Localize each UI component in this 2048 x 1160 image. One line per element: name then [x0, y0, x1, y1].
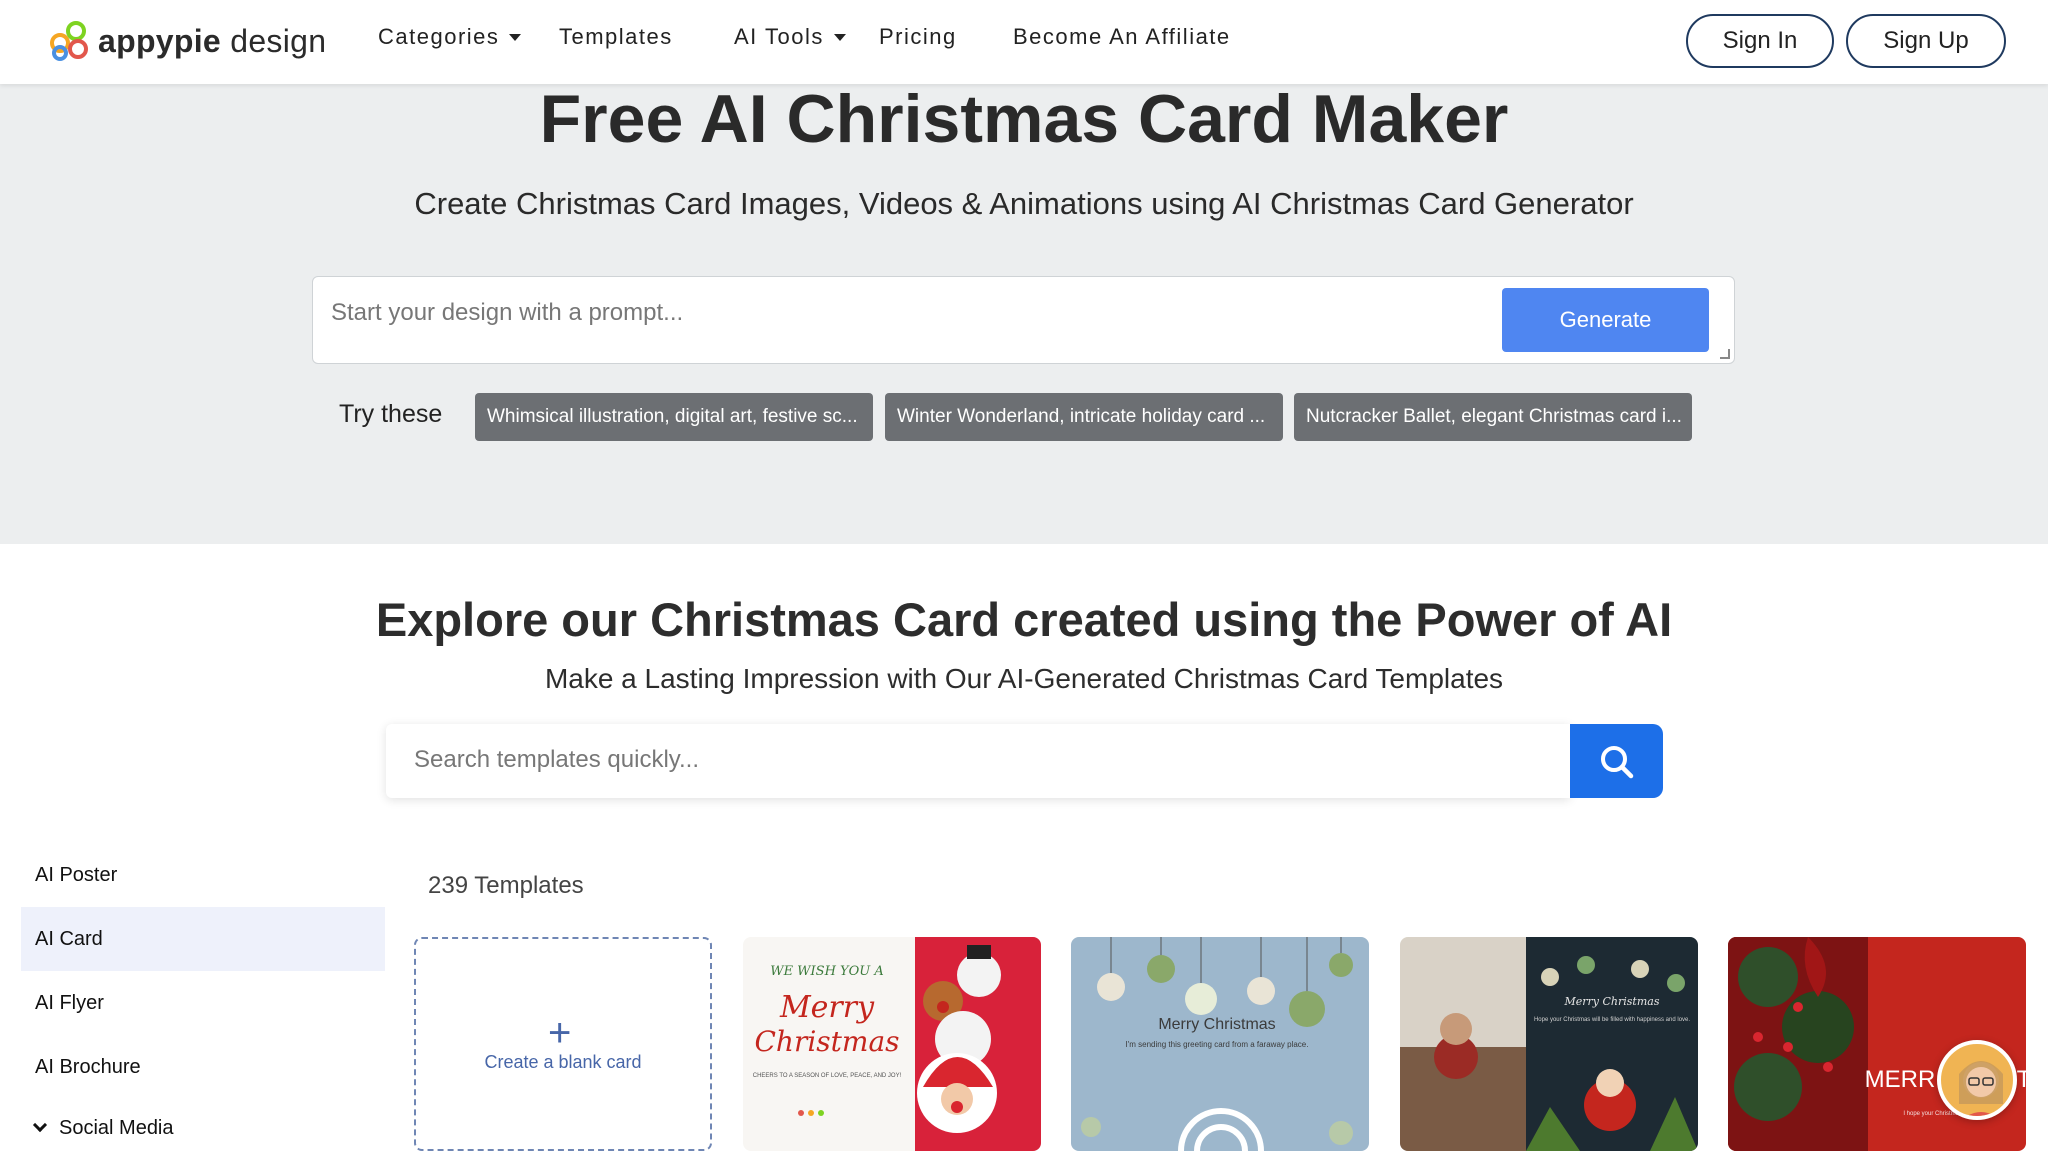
- explore-subheading: Make a Lasting Impression with Our AI-Ge…: [544, 663, 1504, 694]
- suggestion-chip[interactable]: Winter Wonderland, intricate holiday car…: [885, 393, 1283, 441]
- sidebar-item-ai-poster[interactable]: AI Poster: [21, 843, 385, 907]
- chat-assistant-avatar[interactable]: [1937, 1040, 2017, 1120]
- sign-in-button[interactable]: Sign In: [1686, 14, 1834, 68]
- template-card[interactable]: Merry Christmas I'm sending this greetin…: [1071, 937, 1369, 1151]
- template-card[interactable]: WE WISH YOU A Merry Christmas CHEERS TO …: [743, 937, 1041, 1151]
- template-thumbnail: WE WISH YOU A Merry Christmas CHEERS TO …: [743, 937, 1041, 1151]
- suggestion-chip[interactable]: Whimsical illustration, digital art, fes…: [475, 393, 873, 441]
- nav-pricing[interactable]: Pricing: [879, 24, 957, 50]
- card-1-line1: WE WISH YOU A: [770, 964, 884, 979]
- nav-templates[interactable]: Templates: [559, 24, 673, 50]
- sidebar-item-social-media[interactable]: Social Media: [21, 1096, 385, 1160]
- nav-categories-label: Categories: [378, 24, 500, 49]
- search-button[interactable]: [1570, 724, 1663, 798]
- search-icon: [1601, 746, 1634, 779]
- create-blank-card[interactable]: + Create a blank card: [414, 937, 712, 1151]
- card-3-title: Merry Christmas: [1564, 995, 1660, 1008]
- generate-button[interactable]: Generate: [1502, 288, 1709, 352]
- sidebar-item-ai-brochure[interactable]: AI Brochure: [21, 1035, 385, 1099]
- template-thumbnail: Merry Christmas I'm sending this greetin…: [1071, 937, 1369, 1151]
- plus-icon: +: [548, 1011, 572, 1055]
- nav-pricing-label: Pricing: [879, 24, 957, 49]
- nav-ai-tools[interactable]: AI Tools: [734, 24, 846, 50]
- template-card[interactable]: Merry Christmas Hope your Christmas will…: [1400, 937, 1698, 1151]
- prompt-placeholder: Start your design with a prompt...: [331, 299, 684, 326]
- logo-mark-icon: [48, 19, 92, 63]
- top-nav-bar: appypie design Categories Templates AI T…: [0, 0, 2048, 84]
- caret-down-icon: [833, 33, 846, 41]
- card-1-caption: CHEERS TO A SEASON OF LOVE, PEACE, AND J…: [753, 1073, 902, 1079]
- nav-ai-tools-label: AI Tools: [734, 24, 824, 49]
- card-3-caption: Hope your Christmas will be filled with …: [1534, 1017, 1690, 1023]
- appypie-logo[interactable]: appypie design: [48, 18, 326, 64]
- nav-become-affiliate[interactable]: Become An Affiliate: [1013, 24, 1231, 50]
- page-subtitle: Create Christmas Card Images, Videos & A…: [414, 186, 1634, 221]
- try-these-label: Try these: [339, 400, 443, 428]
- sidebar-item-label: Social Media: [59, 1116, 174, 1139]
- explore-heading: Explore our Christmas Card created using…: [375, 593, 1673, 646]
- nav-affiliate-label: Become An Affiliate: [1013, 24, 1231, 49]
- sidebar-item-label: AI Flyer: [35, 991, 104, 1014]
- nav-categories[interactable]: Categories: [378, 24, 522, 50]
- sidebar-item-ai-card[interactable]: AI Card: [21, 907, 385, 971]
- card-2-caption: I'm sending this greeting card from a fa…: [1126, 1040, 1309, 1049]
- sign-up-button[interactable]: Sign Up: [1846, 14, 2006, 68]
- blank-card-label: Create a blank card: [484, 1052, 642, 1072]
- sidebar-item-ai-flyer[interactable]: AI Flyer: [21, 971, 385, 1035]
- template-thumbnail: Merry Christmas Hope your Christmas will…: [1400, 937, 1698, 1151]
- nav-templates-label: Templates: [559, 24, 673, 49]
- card-2-title: Merry Christmas: [1158, 1016, 1275, 1033]
- hero-section: Free AI Christmas Card Maker Create Chri…: [0, 81, 2048, 544]
- caret-down-icon: [509, 33, 522, 41]
- chevron-down-icon: [32, 1117, 48, 1133]
- search-placeholder: Search templates quickly...: [414, 746, 700, 773]
- sidebar-item-label: AI Poster: [35, 863, 118, 886]
- template-count: 239 Templates: [428, 872, 584, 899]
- card-1-line3: Christmas: [754, 1025, 899, 1058]
- page-title: Free AI Christmas Card Maker: [539, 81, 1509, 157]
- card-1-line2: Merry: [779, 990, 875, 1025]
- sidebar-item-label: AI Brochure: [35, 1055, 141, 1078]
- sidebar-item-label: AI Card: [35, 927, 103, 950]
- logo-text: appypie design: [98, 22, 327, 59]
- template-search-input[interactable]: Search templates quickly...: [386, 724, 1570, 798]
- suggestion-chip[interactable]: Nutcracker Ballet, elegant Christmas car…: [1294, 393, 1692, 441]
- resize-handle-icon[interactable]: [1720, 349, 1730, 359]
